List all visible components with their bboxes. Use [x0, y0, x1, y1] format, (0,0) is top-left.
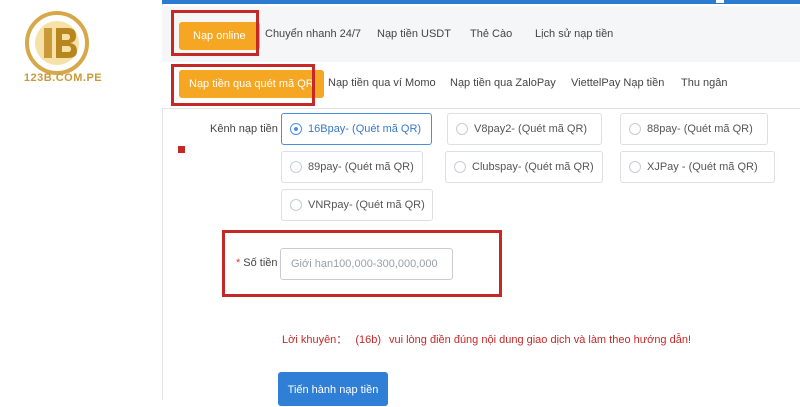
subtab-zalopay[interactable]: Nạp tiền qua ZaloPay	[450, 77, 556, 89]
channel-option-label: XJPay - (Quét mã QR)	[647, 161, 758, 173]
brand-logo-text: 123B.COM.PE	[23, 72, 103, 84]
channel-label: Kênh nạp tiền	[210, 123, 278, 135]
channel-option-v8pay2[interactable]: V8pay2- (Quét mã QR)	[447, 113, 602, 145]
brand-panel: 123B.COM.PE	[0, 0, 163, 400]
radio-selected-icon	[290, 123, 302, 135]
tab-nap-usdt[interactable]: Nạp tiền USDT	[377, 28, 451, 40]
top-bar-marker	[716, 0, 724, 3]
channel-option-label: 88pay- (Quét mã QR)	[647, 123, 753, 135]
subtab-momo[interactable]: Nạp tiền qua ví Momo	[328, 77, 436, 89]
radio-icon	[290, 199, 302, 211]
channel-option-label: VNRpay- (Quét mã QR)	[308, 199, 425, 211]
brand-logo-icon	[25, 11, 89, 75]
radio-icon	[629, 161, 641, 173]
annotation-highlight-main-tab	[171, 10, 259, 56]
advice-code: (16b)	[355, 334, 381, 346]
radio-icon	[629, 123, 641, 135]
channel-option-vnrpay[interactable]: VNRpay- (Quét mã QR)	[281, 189, 433, 221]
channel-option-label: V8pay2- (Quét mã QR)	[474, 123, 588, 135]
tab-the-cao[interactable]: Thẻ Cào	[470, 28, 512, 40]
radio-icon	[456, 123, 468, 135]
radio-icon	[454, 161, 466, 173]
amount-label-text: Số tiền	[243, 257, 278, 269]
channel-option-label: 16Bpay- (Quét mã QR)	[308, 123, 422, 135]
top-bar	[162, 0, 800, 4]
subtab-viettelpay[interactable]: ViettelPay Nạp tiền	[571, 77, 664, 89]
advice-text: Lời khuyên： (16b) vui lòng điền đúng nội d…	[282, 331, 691, 347]
channel-option-88pay[interactable]: 88pay- (Quét mã QR)	[620, 113, 768, 145]
channel-option-clubspay[interactable]: Clubspay- (Quét mã QR)	[445, 151, 603, 183]
advice-message: vui lòng điền đúng nội dung giao dịch và…	[389, 334, 692, 346]
tab-lich-su[interactable]: Lịch sử nạp tiền	[535, 28, 613, 40]
annotation-highlight-sub-tab	[171, 64, 315, 106]
subtab-thu-ngan[interactable]: Thu ngân	[681, 77, 727, 89]
channel-option-89pay[interactable]: 89pay- (Quét mã QR)	[281, 151, 423, 183]
channel-option-xjpay[interactable]: XJPay - (Quét mã QR)	[620, 151, 775, 183]
channel-option-16bpay[interactable]: 16Bpay- (Quét mã QR)	[281, 113, 432, 145]
tab-chuyen-nhanh[interactable]: Chuyển nhanh 24/7	[265, 28, 361, 40]
required-mark: *	[236, 257, 241, 269]
amount-label: * Số tiền	[236, 257, 278, 269]
channel-option-label: Clubspay- (Quét mã QR)	[472, 161, 594, 173]
amount-input[interactable]	[280, 248, 453, 280]
radio-icon	[290, 161, 302, 173]
submit-deposit-button[interactable]: Tiến hành nạp tiền	[278, 372, 388, 406]
advice-label: Lời khuyên：	[282, 334, 348, 346]
red-marker	[178, 146, 185, 153]
channel-option-label: 89pay- (Quét mã QR)	[308, 161, 414, 173]
